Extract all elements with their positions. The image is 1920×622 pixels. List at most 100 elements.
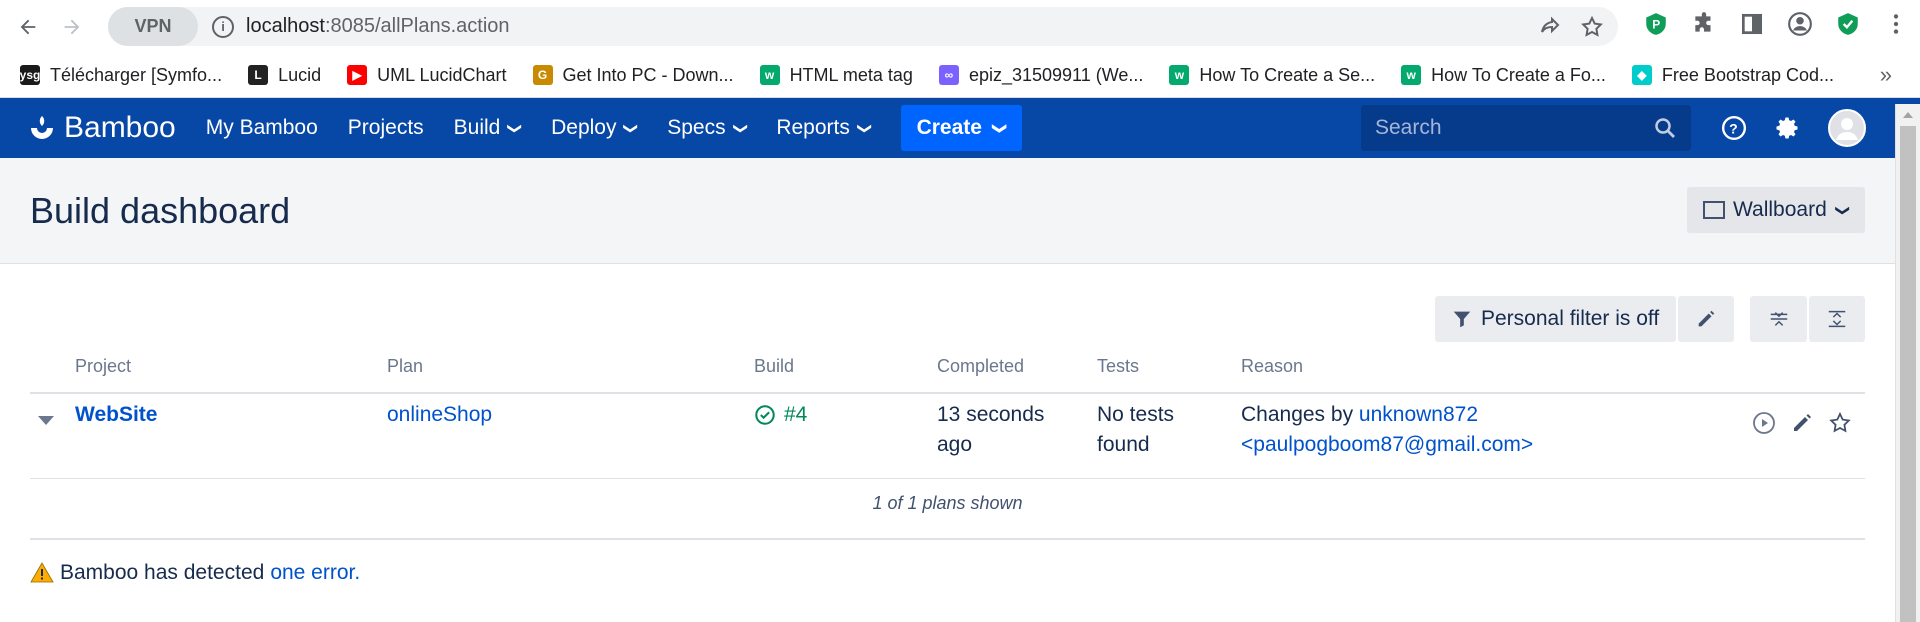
url-text[interactable]: localhost:8085/allPlans.action: [246, 15, 510, 38]
column-header-build[interactable]: Build: [754, 356, 794, 377]
nav-build[interactable]: Build ❯: [453, 116, 524, 140]
column-header-plan[interactable]: Plan: [387, 356, 423, 377]
page-scrollbar[interactable]: [1895, 104, 1920, 622]
nav-label: My Bamboo: [205, 116, 318, 139]
bookmark-item[interactable]: ∞ epiz_31509911 (We...: [938, 64, 1144, 86]
edit-plan-pencil-icon[interactable]: [1790, 411, 1814, 435]
browser-toolbar: VPN i localhost:8085/allPlans.action P: [0, 0, 1920, 53]
arrow-left-icon: [20, 19, 36, 34]
plans-shown-count: 1 of 1 plans shown: [872, 493, 1023, 513]
nav-label: Specs: [667, 116, 726, 139]
extensions-puzzle-icon[interactable]: [1690, 10, 1718, 38]
bookmark-item[interactable]: ▶ UML LucidChart: [347, 64, 507, 86]
plan-link[interactable]: onlineShop: [387, 400, 492, 430]
chevron-down-icon: ❯: [992, 122, 1009, 134]
warning-icon: [30, 562, 54, 583]
completed-text: 13 seconds ago: [937, 400, 1044, 460]
menu-kebab-icon[interactable]: [1882, 10, 1910, 38]
url-path: :8085/allPlans.action: [324, 15, 510, 37]
bookmarks-more-icon[interactable]: »: [1880, 62, 1892, 88]
nav-label: Build: [453, 116, 501, 139]
error-notice: Bamboo has detected one error.: [30, 561, 360, 585]
bookmark-item[interactable]: w How To Create a Fo...: [1401, 65, 1606, 86]
bookmark-favicon-icon: ▶: [347, 65, 368, 85]
edit-filter-button[interactable]: [1678, 296, 1734, 342]
column-header-completed[interactable]: Completed: [937, 356, 1024, 377]
bookmark-label: epiz_31509911 (We...: [968, 64, 1144, 85]
bookmark-label: How To Create a Se...: [1199, 64, 1376, 85]
search-icon[interactable]: [1653, 116, 1677, 140]
bookmark-favicon-icon: w: [1169, 65, 1190, 85]
bamboo-header: Bamboo My Bamboo Projects Build ❯ Deploy ❯ Spe…: [0, 98, 1920, 158]
nav-projects[interactable]: Projects: [348, 116, 424, 140]
search-input[interactable]: Search: [1361, 105, 1691, 151]
reason-user-link[interactable]: unknown872: [1359, 403, 1478, 426]
column-header-tests[interactable]: Tests: [1097, 356, 1139, 377]
expand-icon: [1828, 310, 1846, 328]
error-link[interactable]: one error.: [270, 561, 360, 585]
header-nav: My Bamboo Projects Build ❯ Deploy ❯ Specs ❯ Repo…: [206, 116, 901, 140]
vpn-badge[interactable]: VPN: [108, 7, 198, 46]
share-icon[interactable]: [1538, 15, 1562, 39]
chevron-down-icon: ❯: [732, 122, 749, 134]
nav-reports[interactable]: Reports ❯: [776, 116, 874, 140]
bookmark-item[interactable]: ◆ Free Bootstrap Cod...: [1631, 64, 1835, 86]
bamboo-logo[interactable]: Bamboo: [28, 111, 176, 145]
favourite-star-icon[interactable]: [1828, 411, 1852, 435]
bookmark-item[interactable]: L Lucid: [248, 65, 321, 86]
wallboard-button[interactable]: Wallboard ❯: [1687, 187, 1865, 233]
chevron-down-icon: ❯: [857, 122, 874, 134]
nav-deploy[interactable]: Deploy ❯: [551, 116, 640, 140]
expand-row-caret-icon[interactable]: [38, 416, 54, 425]
bookmark-favicon-icon: L: [248, 65, 269, 85]
side-panel-icon[interactable]: [1738, 10, 1766, 38]
project-link[interactable]: WebSite: [75, 400, 157, 430]
table-header-divider: [30, 392, 1865, 394]
settings-gear-icon[interactable]: [1771, 112, 1803, 144]
completed-line-2: ago: [937, 433, 973, 456]
create-button[interactable]: Create ❯: [900, 105, 1022, 151]
svg-text:P: P: [1652, 17, 1660, 31]
help-icon[interactable]: ?: [1718, 112, 1750, 144]
scroll-thumb[interactable]: [1900, 126, 1916, 622]
chevron-down-icon: ❯: [507, 122, 524, 134]
bookmark-label: How To Create a Fo...: [1431, 64, 1606, 85]
nav-specs[interactable]: Specs ❯: [667, 116, 749, 140]
bookmark-favicon-icon: w: [759, 65, 780, 85]
star-bookmark-icon[interactable]: [1580, 15, 1604, 39]
bookmark-label: Get Into PC - Down...: [562, 64, 734, 85]
success-check-icon: [755, 405, 775, 425]
dashboard-content: Personal filter is off Project Plan Buil…: [0, 264, 1920, 622]
build-status[interactable]: #4: [754, 400, 807, 430]
bookmark-favicon-icon: G: [532, 65, 553, 85]
column-header-reason[interactable]: Reason: [1241, 356, 1303, 377]
bookmark-label: HTML meta tag: [789, 64, 913, 85]
back-button[interactable]: [10, 9, 46, 45]
profile-icon[interactable]: [1786, 10, 1814, 38]
user-avatar[interactable]: [1828, 109, 1866, 147]
bookmark-item[interactable]: ysg Télécharger [Symfo...: [20, 65, 222, 86]
build-number-link[interactable]: #4: [784, 400, 807, 430]
chevron-down-icon: ❯: [623, 122, 640, 134]
column-header-project[interactable]: Project: [75, 356, 131, 377]
bookmark-item[interactable]: w How To Create a Se...: [1169, 65, 1375, 86]
pencil-icon: [1698, 310, 1715, 327]
bookmark-item[interactable]: w HTML meta tag: [759, 64, 913, 86]
reason-email-link[interactable]: <paulpogboom87@gmail.com>: [1241, 433, 1533, 456]
bamboo-logo-text: Bamboo: [64, 111, 176, 144]
personal-filter-button[interactable]: Personal filter is off: [1435, 296, 1676, 342]
nav-my-bamboo[interactable]: My Bamboo: [206, 116, 318, 140]
address-bar[interactable]: VPN i localhost:8085/allPlans.action: [108, 7, 1618, 46]
expand-all-button[interactable]: [1809, 296, 1865, 342]
shield-check-icon[interactable]: [1834, 10, 1862, 38]
scroll-up-arrow-icon[interactable]: [1903, 112, 1913, 118]
bookmark-label: Free Bootstrap Cod...: [1661, 64, 1835, 85]
info-icon[interactable]: i: [212, 15, 234, 38]
forward-button[interactable]: [54, 9, 90, 45]
extension-p-icon[interactable]: P: [1642, 10, 1670, 38]
collapse-all-button[interactable]: [1750, 296, 1807, 342]
bookmark-item[interactable]: G Get Into PC - Down...: [532, 64, 734, 86]
bookmark-label: UML LucidChart: [377, 64, 507, 85]
run-play-icon[interactable]: [1752, 411, 1776, 435]
svg-text:?: ?: [1729, 120, 1738, 136]
